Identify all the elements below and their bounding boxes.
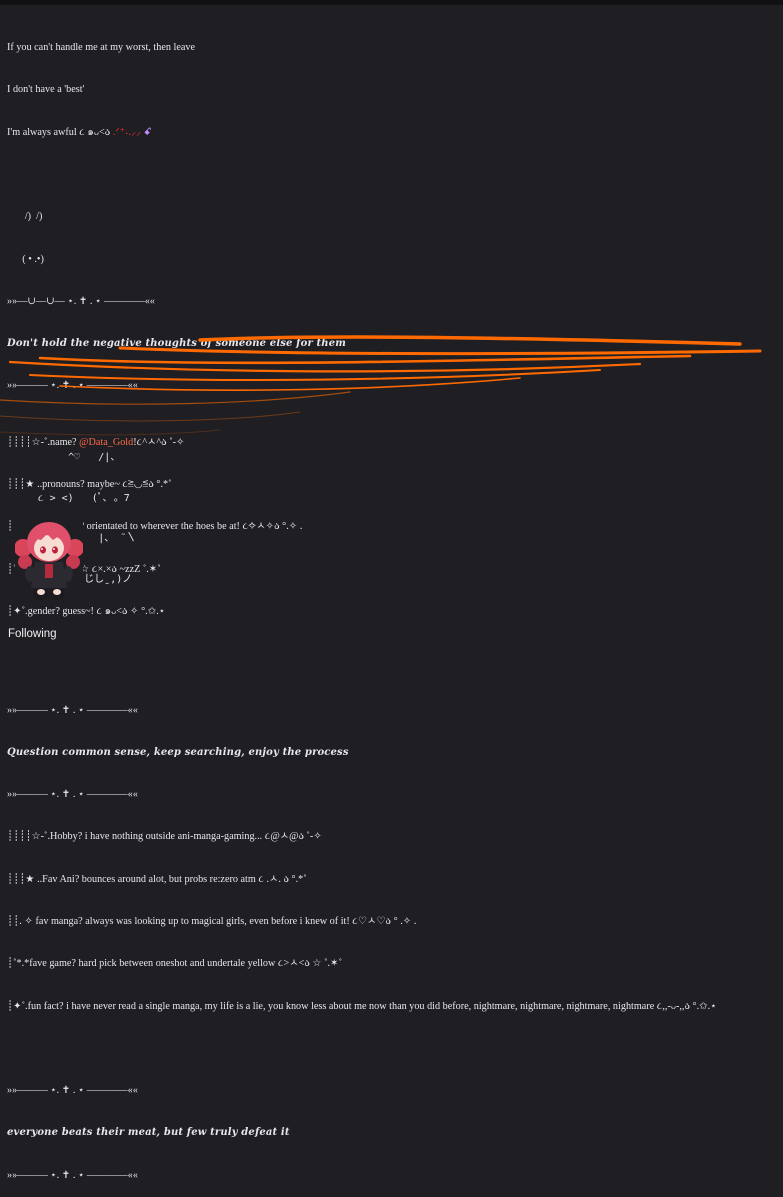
divider: »»——— ⋆. ✝ . ⋆ ————«« <box>7 1169 138 1181</box>
divider: »»——— ⋆. ✝ . ⋆ ————«« <box>7 380 138 392</box>
kaomoji-line: ૮ > <) (ﾟ､ 。7 <box>20 492 130 504</box>
bunny-face: ( • .•) <box>7 253 44 265</box>
divider: »»——— ⋆. ✝ . ⋆ ————«« <box>7 1085 138 1097</box>
fact-line: ┊┊┊★ ..Fav Ani? bounces around alot, but… <box>7 873 307 885</box>
kaomoji-line: ^♡ /|、 <box>20 452 121 463</box>
profile-bio: If you can't handle me at my worst, then… <box>7 13 777 1197</box>
fact-line: ┊┊. ✧ fav manga? always was looking up t… <box>7 916 417 927</box>
following-section-title: Following <box>8 628 57 640</box>
section-heading: Don't hold the negative thoughts of some… <box>7 338 346 350</box>
fact-line: ┊˚*.*fave game? hard pick between onesho… <box>7 958 342 970</box>
bunny-ears: /) /) <box>7 211 43 223</box>
divider: »»——— ⋆. ✝ . ⋆ ————«« <box>7 704 138 716</box>
fact-line: ┊┊┊┊☆-˚.Hobby? i have nothing outside an… <box>7 831 322 843</box>
divider: »»——— ⋆. ✝ . ⋆ ————«« <box>7 789 138 801</box>
sparkle-text: .ᐟ⁺˖.⸝⸝ <box>112 126 144 138</box>
divider: »»—∪—∪— ⋆. ✝ . ⋆ ————«« <box>7 295 155 307</box>
plush-avatar-icon <box>14 512 84 604</box>
about-line: ┊✦˚.gender? guess~! ૮ ๑ᴗ<ა ✧ °.✩.⋆ <box>7 605 166 617</box>
section-heading: Question common sense, keep searching, e… <box>7 746 349 758</box>
sparkle-glyph: ꗃ <box>143 126 152 138</box>
top-bar <box>0 0 783 5</box>
bio-line-text: I'm always awful ૮ ๑ᴗ<ა <box>7 126 113 138</box>
bio-line: I'm always awful ૮ ๑ᴗ<ა .ᐟ⁺˖.⸝⸝ ꗃ <box>7 126 777 140</box>
quote-heading: everyone beats their meat, but few truly… <box>7 1127 290 1139</box>
fact-line: ┊✦˚.fun fact? i have never read a single… <box>7 1000 717 1012</box>
bio-line: If you can't handle me at my worst, then… <box>7 42 195 54</box>
bio-line: I don't have a 'best' <box>7 84 85 96</box>
